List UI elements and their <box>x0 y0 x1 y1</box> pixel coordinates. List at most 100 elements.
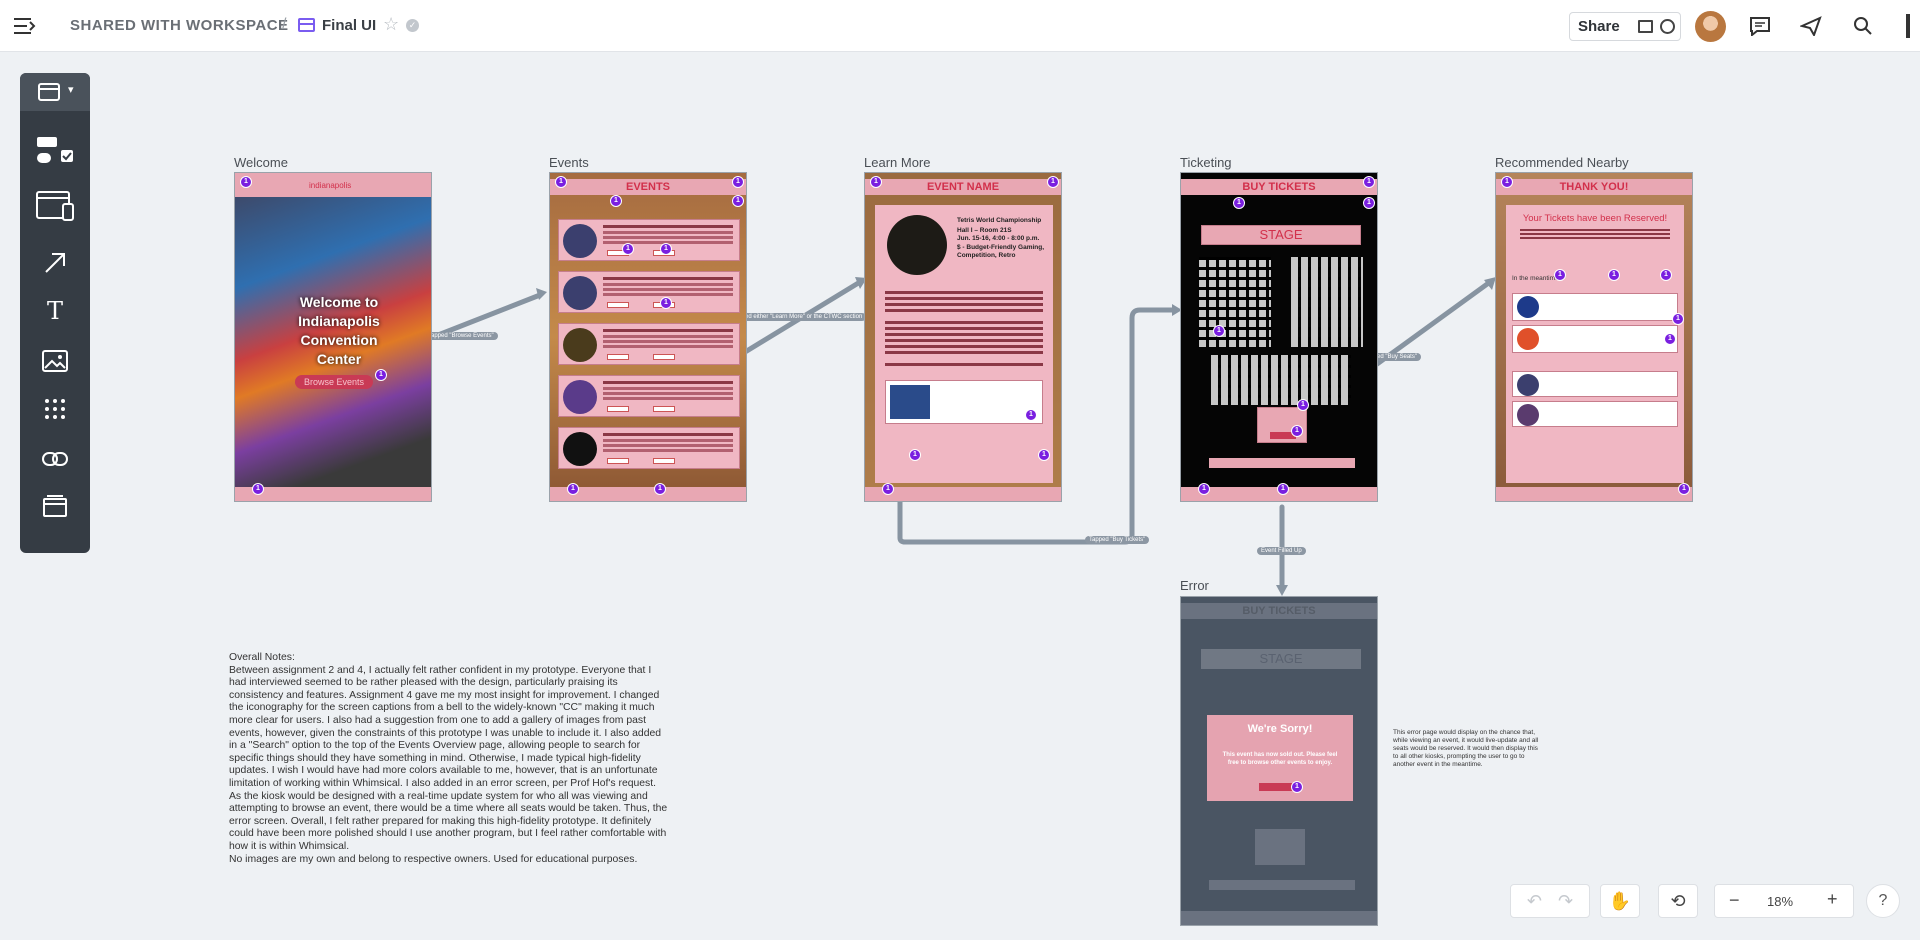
seat-block-right[interactable] <box>1291 257 1363 347</box>
frame-footer <box>550 487 746 501</box>
hotspot-badge[interactable]: 1 <box>610 195 622 207</box>
event-detail-panel: Tetris World Championship Hall I – Room … <box>875 205 1053 483</box>
recommendations-list <box>1506 285 1684 483</box>
ticketing-header: BUY TICKETS <box>1181 179 1377 195</box>
event-tags: $ - Budget-Friendly Gaming, Competition,… <box>957 244 1045 259</box>
meantime-label: In the meantime... <box>1506 273 1684 285</box>
event-logo-image <box>887 215 947 275</box>
recommendation-card[interactable] <box>1512 293 1678 321</box>
hotspot-badge[interactable]: 1 <box>1678 483 1690 495</box>
undo-redo-group: ↶ ↷ <box>1510 884 1590 918</box>
error-page-note[interactable]: This error page would display on the cha… <box>1393 729 1543 769</box>
connector-label: Tapped "Browse Events" <box>424 332 498 340</box>
hotspot-badge[interactable]: 1 <box>555 176 567 188</box>
hotspot-badge[interactable]: 1 <box>909 449 921 461</box>
hotspot-badge[interactable]: 1 <box>732 176 744 188</box>
browse-events-button[interactable]: Browse Events <box>295 375 373 389</box>
thank-you-header: THANK YOU! <box>1496 179 1692 195</box>
related-event-card[interactable] <box>885 380 1043 424</box>
connector-label: Tapped "Buy Tickets" <box>1085 536 1150 544</box>
overall-notes[interactable]: Overall Notes: Between assignment 2 and … <box>229 652 669 866</box>
hand-tool-button[interactable]: ✋ <box>1600 884 1640 918</box>
error-dialog-title: We're Sorry! <box>1247 723 1313 735</box>
hotspot-badge[interactable]: 1 <box>1277 483 1289 495</box>
hotspot-badge[interactable]: 1 <box>252 483 264 495</box>
frame-label-welcome: Welcome <box>234 155 288 170</box>
hotspot-badge[interactable]: 1 <box>1608 269 1620 281</box>
zoom-out-button[interactable]: − <box>1729 890 1740 911</box>
brand-logo: indianapolis <box>309 181 352 190</box>
hotspot-badge[interactable]: 1 <box>567 483 579 495</box>
frame-label-ticketing: Ticketing <box>1180 155 1232 170</box>
hotspot-badge[interactable]: 1 <box>1291 781 1303 793</box>
hotspot-badge[interactable]: 1 <box>622 243 634 255</box>
hotspot-badge[interactable]: 1 <box>654 483 666 495</box>
help-button[interactable]: ? <box>1866 884 1900 918</box>
frame-welcome[interactable]: indianapolis Welcome to Indianapolis Con… <box>234 172 432 502</box>
hotspot-badge[interactable]: 1 <box>1297 399 1309 411</box>
seat-block-rear[interactable] <box>1211 355 1351 405</box>
frame-label-learn-more: Learn More <box>864 155 931 170</box>
event-card[interactable] <box>558 271 740 313</box>
event-card[interactable] <box>558 219 740 261</box>
learn-header: EVENT NAME <box>865 179 1061 195</box>
event-description <box>885 291 1043 294</box>
frame-footer <box>1496 487 1692 501</box>
notes-heading: Overall Notes: <box>229 652 295 663</box>
frame-footer <box>235 487 431 501</box>
hotspot-badge[interactable]: 1 <box>732 195 744 207</box>
hotspot-badge[interactable]: 1 <box>1025 409 1037 421</box>
recommendation-card[interactable] <box>1512 371 1678 397</box>
hotspot-badge[interactable]: 1 <box>660 243 672 255</box>
event-card[interactable] <box>558 323 740 365</box>
frame-events[interactable]: EVENTS 1 1 1 1 1 1 1 1 1 <box>549 172 747 502</box>
hotspot-badge[interactable]: 1 <box>1213 325 1225 337</box>
frame-recommended[interactable]: THANK YOU! Your Tickets have been Reserv… <box>1495 172 1693 502</box>
hotspot-badge[interactable]: 1 <box>870 176 882 188</box>
hotspot-badge[interactable]: 1 <box>375 369 387 381</box>
event-card[interactable] <box>558 427 740 469</box>
frame-footer <box>1181 911 1377 925</box>
event-time: Jun. 15-16, 4:00 - 8:00 p.m. <box>957 235 1040 242</box>
hotspot-badge[interactable]: 1 <box>1198 483 1210 495</box>
recommendation-card[interactable] <box>1512 325 1678 353</box>
hotspot-badge[interactable]: 1 <box>240 176 252 188</box>
hotspot-badge[interactable]: 1 <box>882 483 894 495</box>
recommendation-card[interactable] <box>1512 401 1678 427</box>
hotspot-badge[interactable]: 1 <box>660 297 672 309</box>
hotspot-badge[interactable]: 1 <box>1047 176 1059 188</box>
history-button[interactable]: ⟲ <box>1658 884 1698 918</box>
zoom-control: − 18% + <box>1714 884 1854 918</box>
hotspot-badge[interactable]: 1 <box>1660 269 1672 281</box>
event-location: Hall I – Room 21S <box>957 227 1012 234</box>
hotspot-badge[interactable]: 1 <box>1363 197 1375 209</box>
connector-events-learn[interactable] <box>729 279 863 363</box>
zoom-level[interactable]: 18% <box>1767 894 1793 909</box>
seat-block-left[interactable] <box>1199 257 1271 347</box>
frame-ticketing[interactable]: BUY TICKETS STAGE 1 1 1 1 1 1 1 1 <box>1180 172 1378 502</box>
error-dialog: We're Sorry! This event has now sold out… <box>1207 715 1353 801</box>
hotspot-badge[interactable]: 1 <box>1363 176 1375 188</box>
browse-events-button[interactable] <box>1259 783 1293 791</box>
hotspot-badge[interactable]: 1 <box>1672 313 1684 325</box>
hotspot-badge[interactable]: 1 <box>1291 425 1303 437</box>
event-card[interactable] <box>558 375 740 417</box>
frame-error[interactable]: BUY TICKETS STAGE We're Sorry! This even… <box>1180 596 1378 926</box>
error-header: BUY TICKETS <box>1181 603 1377 619</box>
redo-icon[interactable]: ↷ <box>1558 891 1573 912</box>
hotspot-badge[interactable]: 1 <box>1233 197 1245 209</box>
stage-banner: STAGE <box>1201 225 1361 245</box>
undo-icon[interactable]: ↶ <box>1527 891 1542 912</box>
frame-label-events: Events <box>549 155 589 170</box>
notes-footer: No images are my own and belong to respe… <box>229 853 638 865</box>
connector-label: Tapped either "Learn More" or the CTWC s… <box>728 313 867 321</box>
frame-learn-more[interactable]: EVENT NAME Tetris World Championship Hal… <box>864 172 1062 502</box>
event-title: Tetris World Championship <box>957 217 1042 224</box>
hotspot-badge[interactable]: 1 <box>1554 269 1566 281</box>
confirmation-heading: Your Tickets have been Reserved! <box>1522 213 1668 224</box>
hotspot-badge[interactable]: 1 <box>1664 333 1676 345</box>
confirmation-panel: Your Tickets have been Reserved! <box>1506 205 1684 273</box>
zoom-in-button[interactable]: + <box>1827 889 1838 910</box>
hotspot-badge[interactable]: 1 <box>1038 449 1050 461</box>
hotspot-badge[interactable]: 1 <box>1501 176 1513 188</box>
